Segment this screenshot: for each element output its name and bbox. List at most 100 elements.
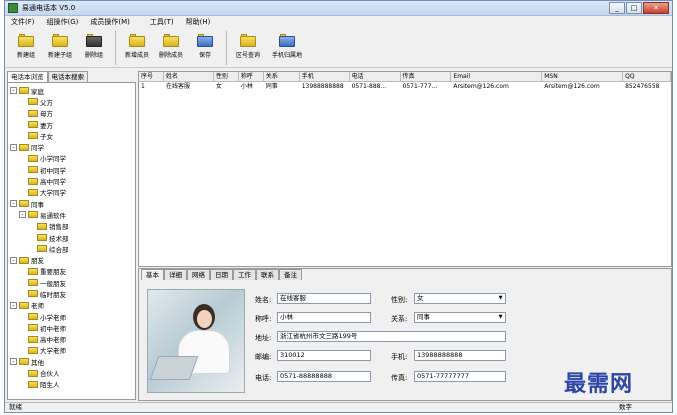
column-header[interactable]: MSN xyxy=(542,72,624,81)
menu-group[interactable]: 组操作(G) xyxy=(47,17,79,27)
tree-item[interactable]: 合伙人 xyxy=(10,367,133,378)
tab-search[interactable]: 电话本搜索 xyxy=(47,71,88,82)
tree-item[interactable]: 高中老师 xyxy=(10,334,133,345)
folder-icon xyxy=(28,313,38,321)
group-tree[interactable]: - 家庭 父方 母方 妻方 子女 - 同学小学同学 初中同学 高中同学 大学同学 - 同事 - 易通软件 销售… xyxy=(7,82,136,400)
detail-tab[interactable]: 备注 xyxy=(279,269,302,280)
address-field[interactable]: 浙江省杭州市文三路199号 xyxy=(277,331,506,342)
relation-label: 关系: xyxy=(391,315,408,323)
phone-field[interactable]: 0571-88888888 xyxy=(277,371,371,382)
zip-field[interactable]: 310012 xyxy=(277,350,371,361)
tree-item[interactable]: 小学同学 xyxy=(10,153,133,164)
tree-item[interactable]: 父方 xyxy=(10,96,133,107)
detail-tab[interactable]: 工作 xyxy=(233,269,256,280)
save-button[interactable]: 保存 xyxy=(188,31,222,59)
column-header[interactable]: QQ xyxy=(623,72,671,81)
tree-item[interactable]: - 老师 xyxy=(10,300,133,311)
nick-field[interactable]: 小林 xyxy=(277,312,371,323)
column-header[interactable]: 性别 xyxy=(214,72,239,81)
column-header[interactable]: 序号 xyxy=(139,72,164,81)
tree-item[interactable]: 一般朋友 xyxy=(10,277,133,288)
detail-tab[interactable]: 联系 xyxy=(256,269,279,280)
tree-item[interactable]: 母方 xyxy=(10,108,133,119)
column-header[interactable]: 电话 xyxy=(350,72,401,81)
tree-item[interactable]: 重要朋友 xyxy=(10,266,133,277)
tree-item[interactable]: 临时朋友 xyxy=(10,288,133,299)
detail-tab[interactable]: 基本 xyxy=(141,269,164,280)
tree-item[interactable]: 技术部 xyxy=(10,232,133,243)
tree-item[interactable]: - 家庭 xyxy=(10,85,133,96)
left-pane: 电话本浏览 电话本搜索 - 家庭 父方 母方 妻方 子女 - 同学 小学同学 初中同学 高中同学 大学… xyxy=(7,71,136,401)
fax-field[interactable]: 0571-77777777 xyxy=(414,371,506,382)
tree-item[interactable]: - 其他 xyxy=(10,356,133,367)
tree-item[interactable]: - 同事 xyxy=(10,198,133,209)
folder-icon xyxy=(19,256,29,264)
column-header[interactable]: 姓名 xyxy=(164,72,214,81)
mobile-label: 手机: xyxy=(391,353,408,361)
table-cell: 13988888888 xyxy=(301,83,344,90)
delete-group-button[interactable]: 删除组 xyxy=(77,31,111,59)
minimize-button[interactable]: _ xyxy=(609,2,625,14)
detail-tab[interactable]: 详细 xyxy=(164,269,187,280)
collapse-icon[interactable]: - xyxy=(10,143,17,151)
mobile-location-button[interactable]: 手机归属地 xyxy=(265,31,309,59)
tree-item-label: 小学同学 xyxy=(40,155,66,164)
menu-tools[interactable]: 工具(T) xyxy=(150,17,174,27)
collapse-icon[interactable]: - xyxy=(10,200,17,208)
menu-file[interactable]: 文件(F) xyxy=(11,17,35,27)
collapse-icon[interactable]: - xyxy=(10,256,17,264)
tree-item[interactable]: 小学老师 xyxy=(10,311,133,322)
maximize-button[interactable]: □ xyxy=(626,2,642,14)
chevron-down-icon: ▼ xyxy=(498,314,503,320)
tree-item[interactable]: 初中老师 xyxy=(10,322,133,333)
tree-item[interactable]: 初中同学 xyxy=(10,164,133,175)
collapse-icon[interactable]: - xyxy=(19,211,26,219)
collapse-icon[interactable]: - xyxy=(10,87,17,95)
column-header[interactable]: 手机 xyxy=(300,72,350,81)
tree-item[interactable]: 子女 xyxy=(10,130,133,141)
table-row[interactable]: 1 在线客服 女 小林 同事 13988888888 0571-888... 0571-777… xyxy=(139,82,671,92)
folder-icon xyxy=(19,301,29,309)
tree-item[interactable]: 综合部 xyxy=(10,243,133,254)
tree-item[interactable]: 大学同学 xyxy=(10,187,133,198)
tree-item-label: 其他 xyxy=(31,358,44,367)
mobile-location-icon xyxy=(278,31,296,47)
name-field[interactable]: 在线客服 xyxy=(277,293,371,304)
area-code-button[interactable]: 区号查询 xyxy=(231,31,265,59)
folder-icon xyxy=(28,380,38,388)
watermark-logo: 最需网 xyxy=(564,371,634,397)
close-button[interactable]: ✕ xyxy=(643,2,669,14)
contact-grid[interactable]: 序号 姓名 性别 称呼 关系 手机 电话 传真 Email MSN QQ 1 在线客服 女 小林 同事 139… xyxy=(138,71,672,267)
tree-item[interactable]: - 朋友 xyxy=(10,254,133,265)
new-subgroup-button[interactable]: 新建子组 xyxy=(43,31,77,59)
tree-item[interactable]: 销售部 xyxy=(10,221,133,232)
add-member-button[interactable]: 新增成员 xyxy=(120,31,154,59)
tree-item[interactable]: 大学老师 xyxy=(10,345,133,356)
tree-item-label: 小学老师 xyxy=(40,313,66,322)
detail-tab[interactable]: 网络 xyxy=(187,269,210,280)
menu-help[interactable]: 帮助(H) xyxy=(186,17,211,27)
column-header[interactable]: 称呼 xyxy=(239,72,264,81)
tree-item[interactable]: - 同学 xyxy=(10,141,133,152)
new-group-button[interactable]: 新建组 xyxy=(9,31,43,59)
relation-select[interactable]: 同事 ▼ xyxy=(414,312,506,323)
collapse-icon[interactable]: - xyxy=(10,358,17,366)
tree-item[interactable]: - 易通软件 xyxy=(10,209,133,220)
column-header[interactable]: 关系 xyxy=(264,72,300,81)
table-cell: 0571-888... xyxy=(351,83,387,90)
tree-item[interactable]: 妻方 xyxy=(10,119,133,130)
column-header[interactable]: Email xyxy=(451,72,543,81)
folder-icon xyxy=(28,335,38,343)
menu-member[interactable]: 成员操作(M) xyxy=(90,17,130,27)
mobile-field[interactable]: 13988888888 xyxy=(414,350,506,361)
delete-member-button[interactable]: 删除成员 xyxy=(154,31,188,59)
add-member-icon xyxy=(128,31,146,47)
gender-select[interactable]: 女 ▼ xyxy=(414,293,506,304)
status-bar: 就绪 数字 xyxy=(5,402,672,412)
tree-item[interactable]: 陌生人 xyxy=(10,379,133,390)
tab-browse[interactable]: 电话本浏览 xyxy=(7,71,48,82)
detail-tab[interactable]: 日期 xyxy=(210,269,233,280)
column-header[interactable]: 传真 xyxy=(401,72,452,81)
tree-item[interactable]: 高中同学 xyxy=(10,175,133,186)
collapse-icon[interactable]: - xyxy=(10,301,17,309)
